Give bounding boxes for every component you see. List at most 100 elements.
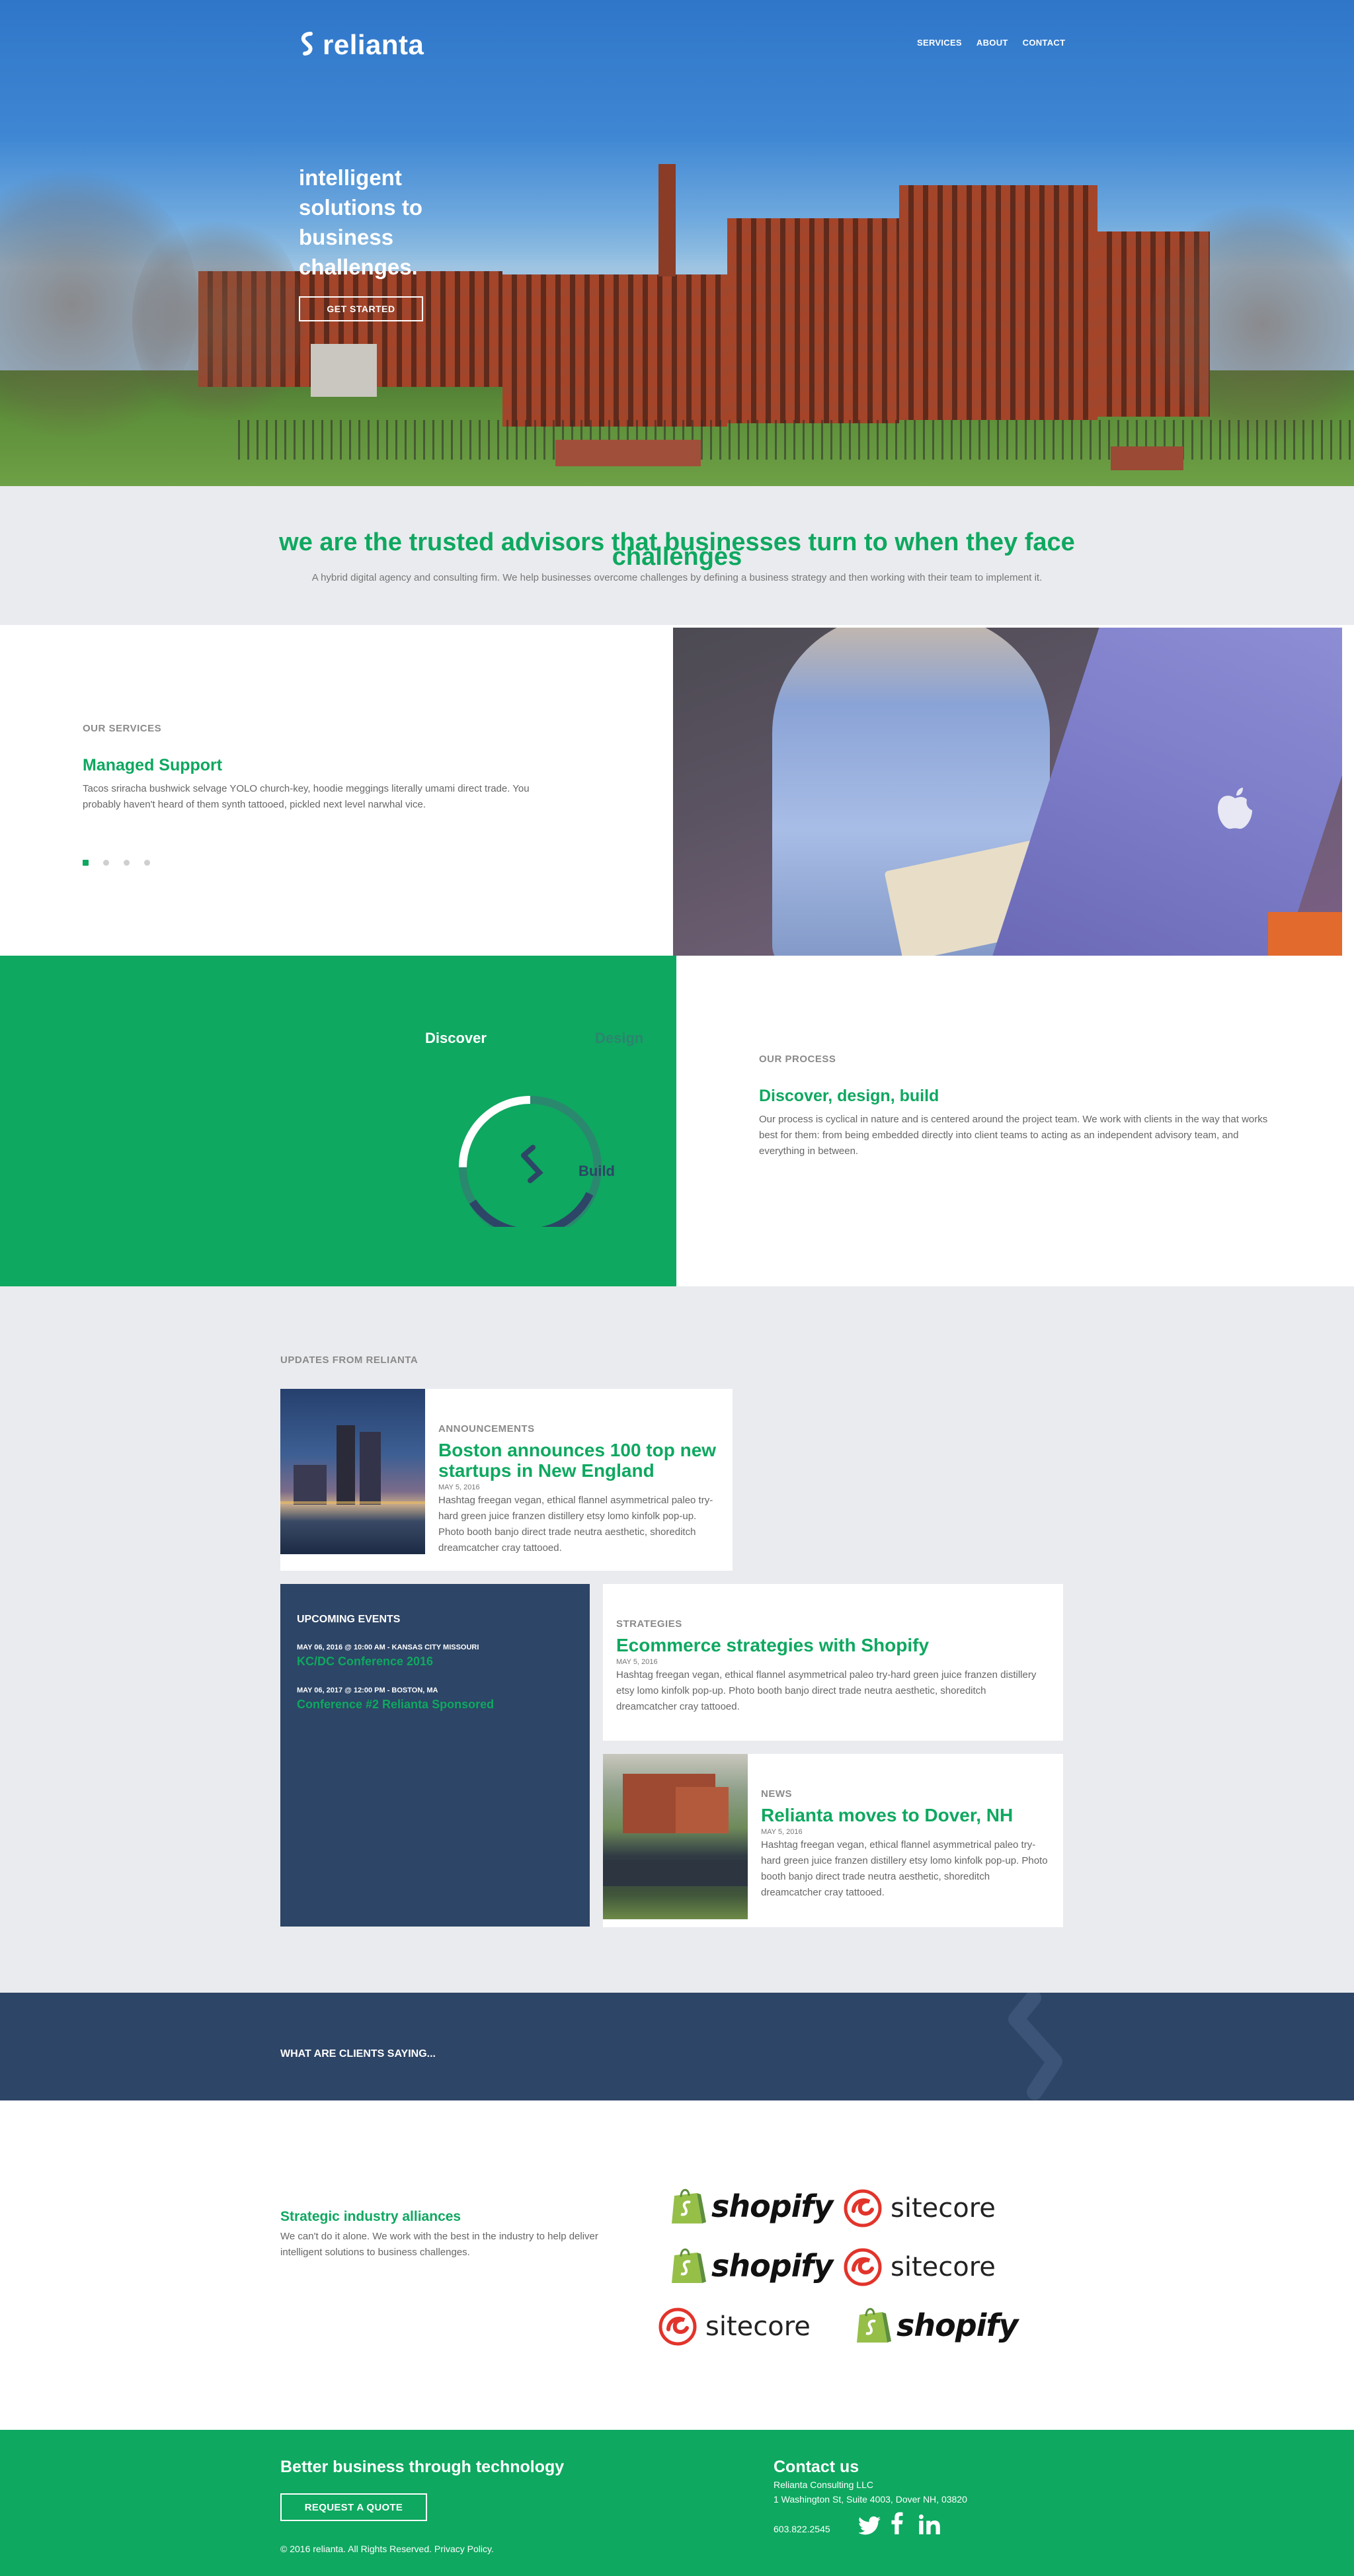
company-phone[interactable]: 603.822.2545	[774, 2524, 830, 2534]
hero-building	[502, 274, 727, 427]
announcement-image	[280, 1389, 425, 1554]
events-panel: UPCOMING EVENTS MAY 06, 2016 @ 10:00 AM …	[280, 1584, 590, 1927]
services-photo	[673, 628, 1342, 956]
news-title[interactable]: Relianta moves to Dover, NH	[761, 1805, 1052, 1825]
sitecore-swirl-icon	[844, 2189, 882, 2227]
strategies-date: MAY 5, 2016	[616, 1658, 658, 1666]
shopify-logo[interactable]: shopify	[669, 2246, 833, 2286]
brand-name: relianta	[323, 29, 424, 60]
sitecore-logo[interactable]: sitecore	[843, 2188, 996, 2228]
slider-dot[interactable]	[124, 860, 130, 866]
alliances-section: Strategic industry alliances We can't do…	[0, 2100, 1354, 2430]
nav-about[interactable]: ABOUT	[976, 38, 1008, 48]
alliances-title: Strategic industry alliances	[280, 2209, 461, 2224]
event-link[interactable]: Conference #2 Relianta Sponsored	[297, 1698, 494, 1712]
company-address: 1 Washington St, Suite 4003, Dover NH, 0…	[774, 2494, 967, 2505]
sitecore-wordmark: sitecore	[705, 2311, 811, 2342]
news-card[interactable]: NEWS Relianta moves to Dover, NH MAY 5, …	[603, 1754, 1063, 1927]
cycle-label-discover: Discover	[425, 1030, 487, 1046]
hero-building	[899, 185, 1097, 420]
get-started-button[interactable]: GET STARTED	[299, 296, 423, 321]
linkedin-icon[interactable]	[919, 2514, 940, 2534]
sitecore-logo[interactable]: sitecore	[843, 2247, 996, 2287]
slider-dot[interactable]	[83, 860, 89, 866]
testimonials-heading: WHAT ARE CLIENTS SAYING...	[280, 2048, 436, 2059]
relianta-mark-icon	[521, 1145, 543, 1183]
river	[603, 1860, 748, 1886]
news-category: NEWS	[761, 1788, 792, 1800]
slider-dot[interactable]	[144, 860, 150, 866]
updates-label: UPDATES FROM RELIANTA	[280, 1354, 418, 1366]
process-text: Our process is cyclical in nature and is…	[759, 1114, 1268, 1157]
announcement-title[interactable]: Boston announces 100 top new startups in…	[438, 1440, 723, 1481]
alliances-text: We can't do it alone. We work with the b…	[280, 2231, 598, 2258]
services-section: OUR SERVICES Managed Support Tacos srira…	[0, 625, 1354, 956]
mill-building	[676, 1787, 729, 1833]
strategies-card[interactable]: STRATEGIES Ecommerce strategies with Sho…	[603, 1584, 1063, 1741]
strategies-title[interactable]: Ecommerce strategies with Shopify	[616, 1635, 1039, 1655]
services-label: OUR SERVICES	[83, 723, 162, 734]
announcement-card[interactable]: ANNOUNCEMENTS Boston announces 100 top n…	[280, 1389, 733, 1571]
hero-tree	[132, 212, 304, 430]
cycle-label-build: Build	[578, 1163, 615, 1179]
facebook-icon[interactable]	[891, 2512, 903, 2534]
hero-title: intelligent solutions to business challe…	[299, 165, 422, 279]
sitecore-wordmark: sitecore	[891, 2193, 996, 2223]
relianta-watermark-icon	[1008, 1993, 1062, 2100]
cycle-label-design: Design	[595, 1030, 644, 1046]
hero-fence	[238, 420, 1354, 460]
sitecore-logo[interactable]: sitecore	[658, 2307, 811, 2347]
hero-chimney	[658, 164, 676, 276]
hero-building	[727, 218, 899, 423]
process-label: OUR PROCESS	[759, 1054, 836, 1065]
hero-bench	[1111, 446, 1183, 470]
site-footer: Better business through technology © 201…	[0, 2430, 1354, 2576]
process-cycle-diagram	[459, 1096, 602, 1227]
skyline-tower	[360, 1432, 381, 1505]
events-heading: UPCOMING EVENTS	[297, 1614, 401, 1625]
process-section: Discover Design Build OUR PROCESS Discov…	[0, 956, 1354, 1286]
event-link[interactable]: KC/DC Conference 2016	[297, 1655, 433, 1669]
hero-bench	[555, 440, 701, 466]
strategies-body: Hashtag freegan vegan, ethical flannel a…	[616, 1669, 1037, 1712]
announcement-category: ANNOUNCEMENTS	[438, 1423, 535, 1434]
nav-contact[interactable]: CONTACT	[1023, 38, 1066, 48]
news-body: Hashtag freegan vegan, ethical flannel a…	[761, 1839, 1048, 1898]
sitecore-wordmark: sitecore	[891, 2252, 996, 2282]
announcement-date: MAY 5, 2016	[438, 1483, 480, 1491]
announcement-body: Hashtag freegan vegan, ethical flannel a…	[438, 1495, 713, 1554]
twitter-icon[interactable]	[858, 2516, 881, 2536]
hero-building	[311, 344, 377, 397]
shopify-bag-icon	[857, 2307, 891, 2343]
strategies-category: STRATEGIES	[616, 1618, 682, 1630]
apple-logo-icon	[1218, 788, 1252, 829]
city-lights	[280, 1501, 425, 1504]
shopify-logo[interactable]: shopify	[669, 2186, 833, 2226]
updates-section: UPDATES FROM RELIANTA ANNOUNCEMENTS Bost…	[0, 1286, 1354, 1993]
contact-heading: Contact us	[774, 2458, 859, 2476]
event-meta: MAY 06, 2017 @ 12:00 PM - BOSTON, MA	[297, 1686, 438, 1694]
hero-section: relianta SERVICES ABOUT CONTACT intellig…	[0, 0, 1354, 486]
company-name: Relianta Consulting LLC	[774, 2479, 873, 2490]
sitecore-swirl-icon	[844, 2248, 882, 2286]
news-image	[603, 1754, 748, 1919]
news-date: MAY 5, 2016	[761, 1828, 803, 1836]
main-nav: SERVICES ABOUT CONTACT	[917, 38, 1065, 48]
advisors-text: A hybrid digital agency and consulting f…	[311, 572, 1043, 583]
slider-dot[interactable]	[103, 860, 109, 866]
process-title: Discover, design, build	[759, 1087, 939, 1105]
services-text: Tacos sriracha bushwick selvage YOLO chu…	[83, 783, 530, 810]
shopify-bag-icon	[672, 2248, 706, 2283]
nav-services[interactable]: SERVICES	[917, 38, 962, 48]
event-meta: MAY 06, 2016 @ 10:00 AM - KANSAS CITY MI…	[297, 1643, 479, 1651]
skyline-tower	[337, 1425, 355, 1505]
process-graphic-panel: Discover Design Build	[0, 956, 676, 1286]
relianta-logo-icon	[301, 32, 313, 56]
shopify-logo[interactable]: shopify	[854, 2306, 1018, 2345]
request-quote-button[interactable]: REQUEST A QUOTE	[280, 2493, 427, 2521]
services-slider-dots	[83, 860, 150, 866]
shopify-wordmark: shopify	[711, 2248, 833, 2284]
footer-tagline: Better business through technology	[280, 2458, 565, 2476]
cycle-arc-discover	[459, 1096, 531, 1168]
brand-logo[interactable]: relianta	[299, 29, 424, 61]
